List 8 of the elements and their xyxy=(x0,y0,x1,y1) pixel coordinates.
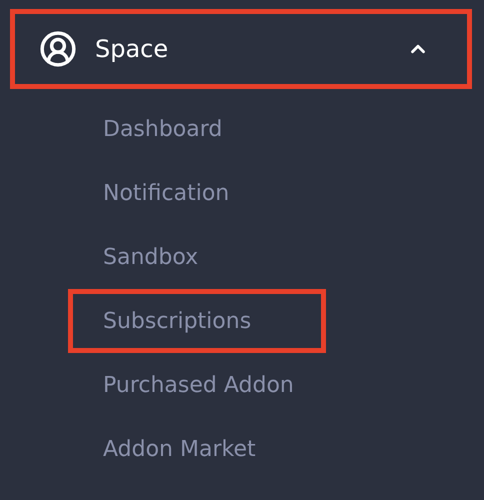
menu-item[interactable]: Notification xyxy=(68,161,304,225)
menu-item[interactable]: Subscriptions xyxy=(68,289,326,353)
menu-item[interactable]: Purchased Addon xyxy=(68,353,369,417)
user-icon xyxy=(39,30,77,68)
menu-item[interactable]: Sandbox xyxy=(68,225,274,289)
menu-item[interactable]: Dashboard xyxy=(68,97,298,161)
space-menu-header[interactable]: Space xyxy=(10,9,472,89)
menu-item[interactable]: Addon Market xyxy=(68,417,331,481)
